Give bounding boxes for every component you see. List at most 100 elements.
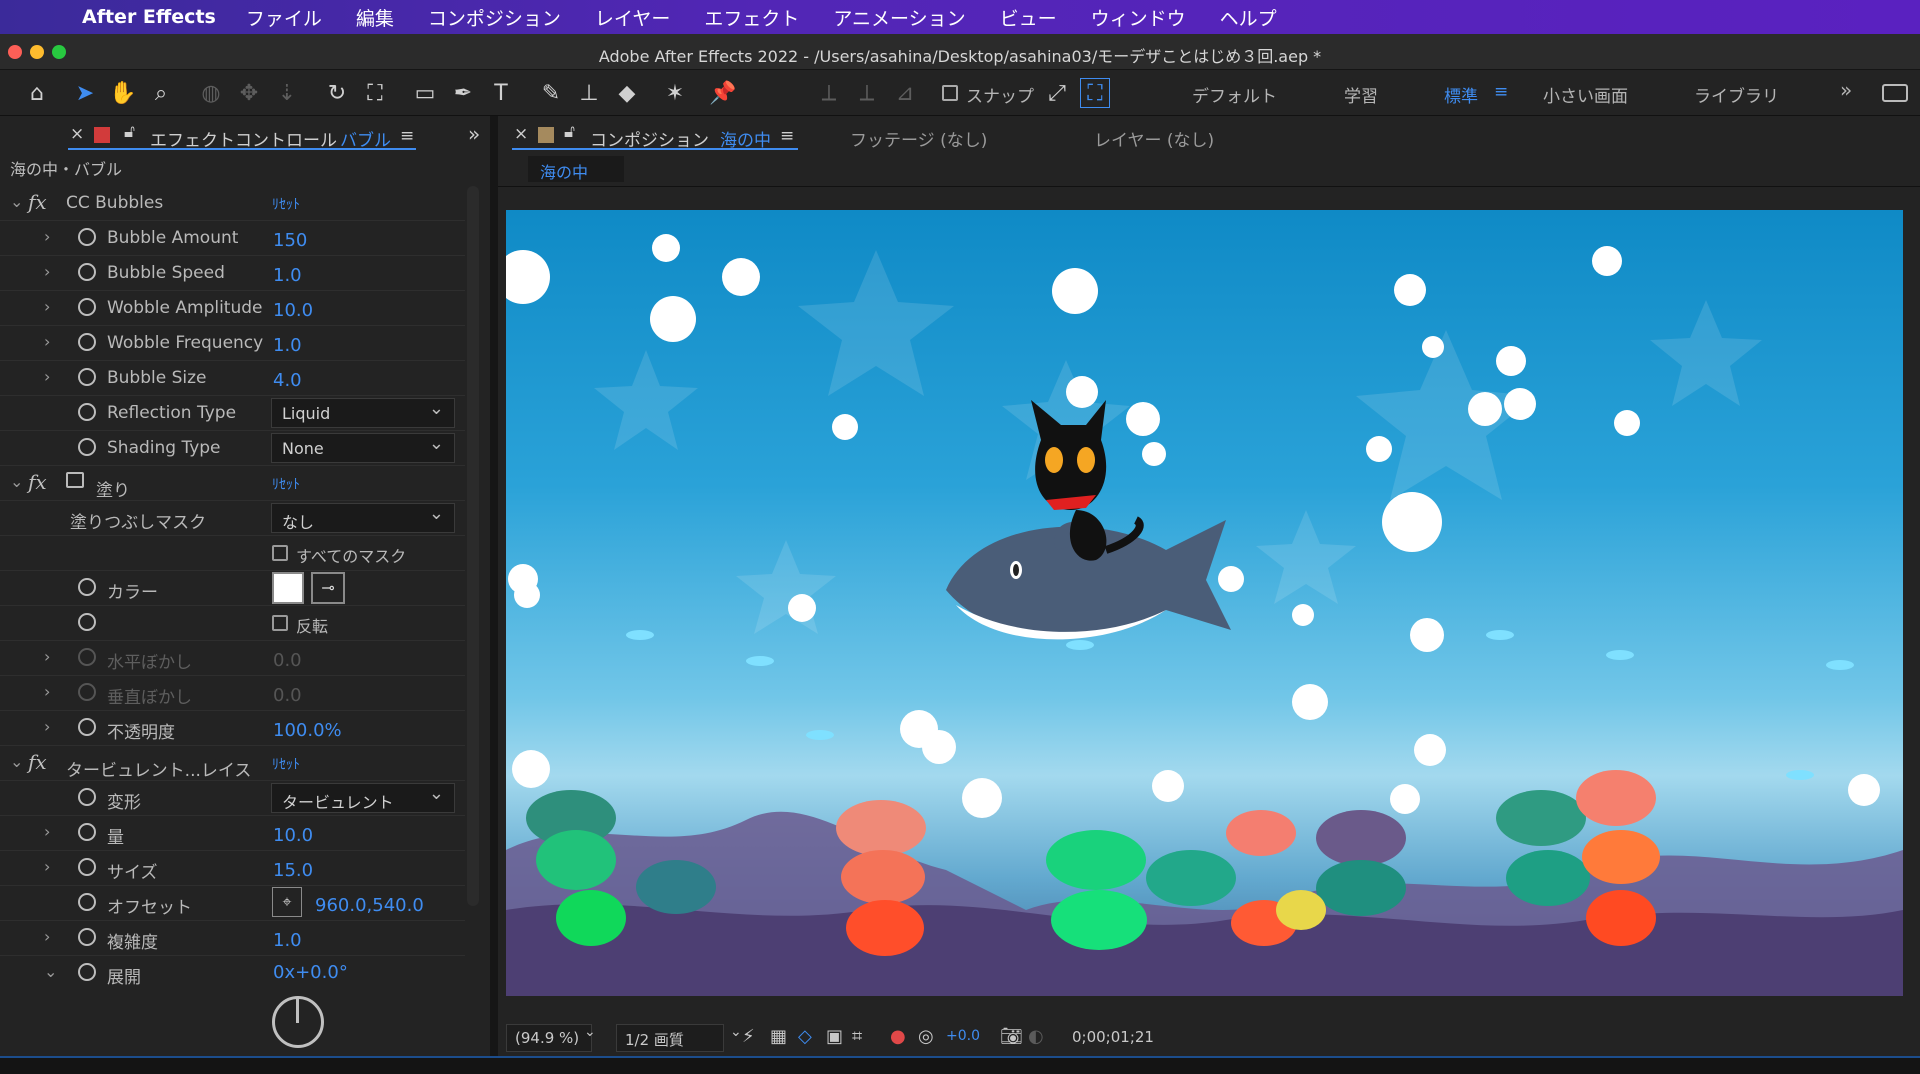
expand-panels-icon[interactable]: » [468,122,480,146]
panel-divider[interactable] [490,116,498,1056]
param-displacement[interactable]: 変形 タービュレント [0,781,465,816]
param-value[interactable]: 100.0% [273,720,342,741]
reset-link[interactable]: ﾘｾｯﾄ [272,194,300,214]
footage-tab[interactable]: フッテージ (なし) [850,126,987,151]
param-complexity[interactable]: › 複雑度 1.0 [0,921,465,956]
hand-tool-icon[interactable]: ✋ [108,78,138,108]
rectangle-tool-icon[interactable]: ▭ [410,78,440,108]
axis-view-icon[interactable]: ⊿ [890,78,920,108]
menu-layer[interactable]: レイヤー [595,4,670,31]
stopwatch-icon[interactable] [78,403,96,421]
reset-link[interactable]: ﾘｾｯﾄ [272,754,300,774]
fx-icon[interactable]: fx [28,750,47,774]
fx-icon[interactable]: fx [28,470,47,494]
param-value[interactable]: 150 [273,230,307,251]
stopwatch-icon[interactable] [78,823,96,841]
stopwatch-icon[interactable] [78,438,96,456]
param-h-feather[interactable]: › 水平ぼかし 0.0 [0,641,465,676]
param-shading-type[interactable]: Shading Type None [0,431,465,466]
param-offset[interactable]: オフセット ⌖ 960.0,540.0 [0,886,465,921]
param-fill-mask[interactable]: 塗りつぶしマスク なし [0,501,465,536]
param-value[interactable]: 1.0 [273,930,302,951]
puppet-pin-icon[interactable]: 📌 [708,78,738,108]
shading-type-dropdown[interactable]: None [271,433,455,463]
zoom-tool-icon[interactable]: ⌕ [146,78,176,108]
menu-effect[interactable]: エフェクト [704,4,799,31]
stopwatch-icon[interactable] [78,788,96,806]
pen-tool-icon[interactable]: ✒ [448,78,478,108]
workspace-default[interactable]: デフォルト [1192,82,1277,107]
param-amount[interactable]: › 量 10.0 [0,816,465,851]
region-of-interest-icon[interactable]: ▣ [826,1026,843,1047]
param-v-feather[interactable]: › 垂直ぼかし 0.0 [0,676,465,711]
dolly-camera-icon[interactable]: ⇣ [272,78,302,108]
stopwatch-icon[interactable] [78,963,96,981]
snap-options-icon[interactable]: ⤢ [1042,78,1072,108]
resolution-dropdown-chevron-icon[interactable]: ⌄ [730,1024,742,1040]
param-value[interactable]: 1.0 [273,265,302,286]
effect-panel-scrollbar[interactable] [467,186,479,906]
close-tab-icon[interactable]: × [514,124,528,144]
param-value[interactable]: 0x+0.0° [273,962,348,983]
roto-brush-icon[interactable]: ✶ [660,78,690,108]
param-invert[interactable]: 反転 [0,606,465,641]
param-reflection-type[interactable]: Reflection Type Liquid [0,396,465,431]
menu-help[interactable]: ヘルプ [1220,4,1277,31]
param-all-masks[interactable]: すべてのマスク [0,536,465,571]
panel-menu-icon[interactable]: ≡ [400,126,414,146]
snap-feature-icon[interactable]: ⛶ [1080,78,1110,108]
eyedropper-icon[interactable]: ⊸ [311,572,345,604]
stopwatch-icon[interactable] [78,578,96,596]
param-value[interactable]: 10.0 [273,300,313,321]
workspace-libraries[interactable]: ライブラリ [1694,82,1779,107]
composition-viewer[interactable] [506,210,1903,996]
param-bubble-speed[interactable]: › Bubble Speed 1.0 [0,256,465,291]
displacement-dropdown[interactable]: タービュレント [271,783,455,813]
axis-world-icon[interactable]: ⟂ [852,78,882,108]
effect-fill-header[interactable]: ⌄ fx 塗り ﾘｾｯﾄ [0,466,465,501]
stopwatch-icon[interactable] [78,298,96,316]
menu-edit[interactable]: 編集 [356,4,394,31]
param-wobble-frequency[interactable]: › Wobble Frequency 1.0 [0,326,465,361]
show-snapshot-icon[interactable]: ◐ [1028,1026,1044,1047]
stopwatch-icon[interactable] [78,928,96,946]
menu-file[interactable]: ファイル [246,4,322,31]
param-value[interactable]: 0.0 [273,650,302,671]
menu-window[interactable]: ウィンドウ [1091,4,1186,31]
stopwatch-icon[interactable] [78,228,96,246]
pan-camera-icon[interactable]: ✥ [234,78,264,108]
all-masks-checkbox[interactable] [272,545,288,561]
comp-navigator-chip[interactable]: 海の中 [528,156,624,182]
menu-composition[interactable]: コンポジション [428,4,561,31]
snap-checkbox[interactable] [942,85,958,101]
type-tool-icon[interactable]: T [486,78,516,108]
param-value[interactable]: 15.0 [273,860,313,881]
reflection-type-dropdown[interactable]: Liquid [271,398,455,428]
param-bubble-amount[interactable]: › Bubble Amount 150 [0,221,465,256]
workspace-learn[interactable]: 学習 [1344,82,1378,107]
workspace-menu-icon[interactable]: ≡ [1494,82,1508,102]
param-value[interactable]: 10.0 [273,825,313,846]
rotate-tool-icon[interactable]: ↻ [322,78,352,108]
param-opacity[interactable]: › 不透明度 100.0% [0,711,465,746]
stopwatch-icon[interactable] [78,858,96,876]
orbit-camera-icon[interactable]: ◍ [196,78,226,108]
panel-menu-icon[interactable]: ≡ [780,126,794,146]
param-value[interactable]: 1.0 [273,335,302,356]
lock-icon[interactable]: 🔓︎ [124,122,135,142]
effect-cc-bubbles-header[interactable]: ⌄ fx CC Bubbles ﾘｾｯﾄ [0,186,465,221]
close-tab-icon[interactable]: × [70,124,84,144]
crosshair-icon[interactable]: ⌖ [272,887,302,917]
anchor-tool-icon[interactable]: ⛶ [360,78,390,108]
axis-local-icon[interactable]: ⟂ [814,78,844,108]
stopwatch-icon[interactable] [78,613,96,631]
app-menu[interactable]: After Effects [82,6,216,28]
guides-icon[interactable]: ⌗ [852,1026,862,1047]
menu-animation[interactable]: アニメーション [833,4,965,31]
color-swatch[interactable] [272,572,304,604]
invert-checkbox[interactable] [272,615,288,631]
param-value[interactable]: 960.0,540.0 [315,895,424,916]
layer-tab[interactable]: レイヤー (なし) [1094,126,1214,151]
param-wobble-amplitude[interactable]: › Wobble Amplitude 10.0 [0,291,465,326]
stopwatch-icon[interactable] [78,718,96,736]
